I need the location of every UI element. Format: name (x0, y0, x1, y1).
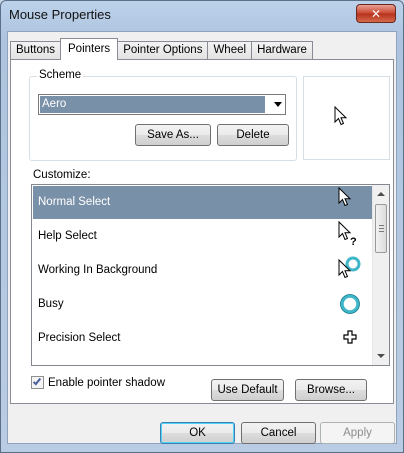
list-item-help-select[interactable]: Help Select ? (33, 220, 372, 253)
dialog-client-area: Buttons Pointers Pointer Options Wheel H… (7, 31, 397, 444)
scroll-thumb[interactable] (375, 204, 387, 253)
list-item-normal-select[interactable]: Normal Select (33, 186, 372, 219)
scheme-select[interactable]: Aero (38, 94, 286, 115)
scheme-selected-value: Aero (40, 96, 265, 113)
pointer-shadow-label: Enable pointer shadow (48, 376, 165, 389)
chevron-down-icon[interactable] (274, 102, 282, 107)
tab-pointer-options[interactable]: Pointer Options (117, 41, 209, 59)
list-item-label: Working In Background (38, 264, 158, 276)
browse-button[interactable]: Browse... (295, 379, 367, 401)
close-icon: ✕ (370, 6, 382, 21)
pointers-tab-panel: Scheme Aero Save As... Delete Customize:… (10, 59, 394, 404)
scheme-group-label: Scheme (37, 69, 84, 81)
tab-hardware[interactable]: Hardware (251, 41, 313, 59)
grip-line (379, 228, 384, 229)
cursor-preview (303, 76, 390, 160)
scroll-up-icon[interactable] (377, 192, 385, 196)
apply-button[interactable]: Apply (320, 422, 395, 444)
list-scrollbar[interactable] (372, 185, 389, 365)
help-cursor-icon: ? (338, 220, 357, 248)
precision-cursor-icon (343, 330, 357, 344)
pointer-shadow-option[interactable]: Enable pointer shadow (31, 376, 165, 389)
list-item-precision-select[interactable]: Precision Select (33, 322, 372, 355)
delete-button[interactable]: Delete (217, 124, 289, 146)
save-as-button[interactable]: Save As... (135, 124, 211, 146)
mouse-properties-window: Mouse Properties ✕ Buttons Pointers Poin… (0, 0, 404, 453)
grip-line (379, 225, 384, 226)
title-bar[interactable]: Mouse Properties ✕ (1, 1, 403, 29)
cursor-listbox[interactable]: Normal Select Help Select ? Working In B… (31, 184, 390, 366)
tab-buttons[interactable]: Buttons (10, 41, 61, 59)
arrow-cursor-icon (334, 106, 348, 126)
customize-label: Customize: (33, 169, 91, 181)
list-item-busy[interactable]: Busy (33, 288, 372, 321)
list-item-label: Precision Select (38, 332, 121, 344)
use-default-button[interactable]: Use Default (211, 379, 284, 401)
cancel-button[interactable]: Cancel (241, 422, 316, 444)
tab-wheel[interactable]: Wheel (207, 41, 253, 59)
tab-pointers[interactable]: Pointers (60, 38, 119, 60)
list-item-label: Busy (38, 298, 64, 310)
ok-button[interactable]: OK (160, 422, 235, 444)
checkmark-icon (32, 376, 42, 386)
scroll-down-icon[interactable] (377, 354, 385, 358)
list-item-working-in-background[interactable]: Working In Background (33, 254, 372, 287)
list-item-label: Normal Select (38, 196, 111, 208)
pointer-shadow-checkbox[interactable] (31, 376, 44, 389)
arrow-cursor-icon (338, 186, 352, 207)
svg-text:?: ? (350, 236, 357, 248)
window-title: Mouse Properties (9, 7, 111, 22)
list-item-label: Help Select (38, 230, 97, 242)
working-cursor-icon (338, 256, 361, 279)
busy-cursor-icon (340, 294, 360, 314)
tab-strip: Buttons Pointers Pointer Options Wheel H… (10, 38, 313, 60)
grip-line (379, 231, 384, 232)
close-button[interactable]: ✕ (356, 4, 396, 23)
scheme-group: Scheme Aero Save As... Delete (29, 69, 297, 161)
